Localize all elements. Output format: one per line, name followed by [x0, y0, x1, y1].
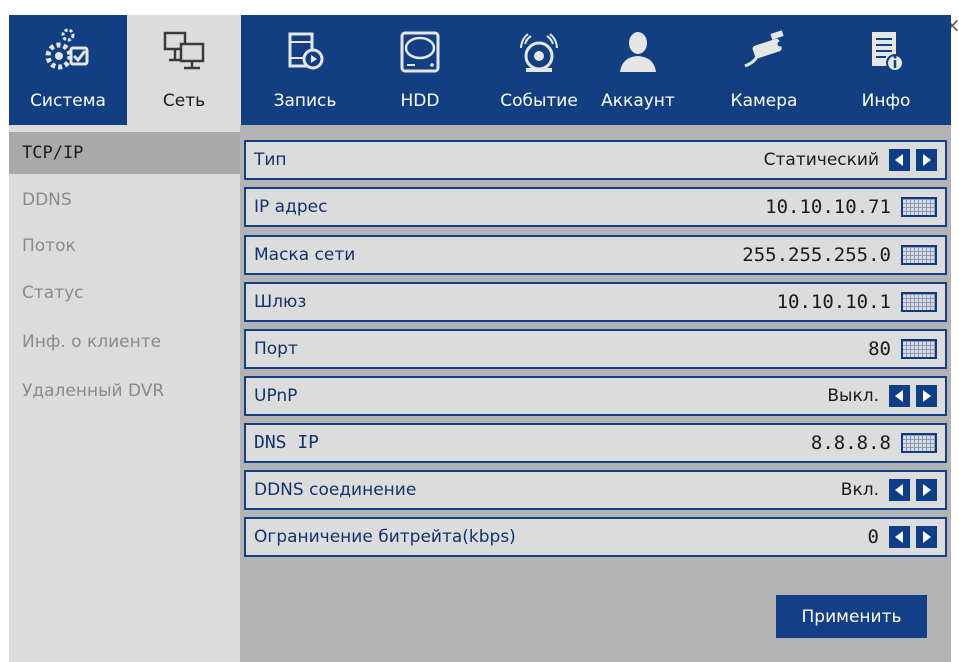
setting-row-port: Порт 80: [244, 329, 947, 369]
tab-label: Инфо: [861, 91, 911, 111]
keyboard-icon[interactable]: [901, 245, 937, 265]
apply-button[interactable]: Применить: [776, 595, 927, 638]
keyboard-icon[interactable]: [901, 433, 937, 453]
sidebar-item-tcpip[interactable]: TCP/IP: [9, 132, 240, 174]
setting-value[interactable]: 80: [868, 338, 891, 360]
setting-label: UPnP: [254, 386, 298, 406]
setting-value: Статический: [763, 150, 879, 170]
tab-label: Система: [30, 91, 106, 111]
sidebar-item-status[interactable]: Статус: [9, 272, 240, 314]
hdd-icon: [394, 25, 446, 77]
settings-panel: Тип Статический IP адрес 10.10.10.71 Мас…: [240, 125, 951, 662]
tab-label: HDD: [400, 91, 440, 111]
tab-label: Сеть: [162, 91, 206, 111]
setting-label: Шлюз: [254, 292, 307, 312]
setting-label: Маска сети: [254, 245, 356, 265]
tab-hdd[interactable]: HDD: [381, 15, 459, 125]
arrow-right-icon[interactable]: [916, 479, 937, 501]
setting-row-gateway: Шлюз 10.10.10.1: [244, 282, 947, 322]
sidebar-item-stream[interactable]: Поток: [9, 225, 240, 267]
sidebar-item-ddns[interactable]: DDNS: [9, 179, 240, 221]
tab-network[interactable]: Сеть: [127, 15, 241, 125]
tab-camera[interactable]: Камера: [719, 15, 809, 125]
tab-event[interactable]: Событие: [489, 15, 589, 125]
setting-value[interactable]: 8.8.8.8: [811, 432, 891, 454]
settings-check-icon: [42, 25, 94, 77]
setting-row-dns-ip: DNS IP 8.8.8.8: [244, 423, 947, 463]
setting-value[interactable]: 10.10.10.1: [777, 291, 891, 313]
arrow-left-icon[interactable]: [889, 526, 910, 548]
main-tab-bar: Система Сеть Запись HDD Событие Аккаунт …: [9, 15, 951, 125]
sidebar-item-client-info[interactable]: Инф. о клиенте: [9, 321, 240, 363]
keyboard-icon[interactable]: [901, 339, 937, 359]
sidebar: TCP/IP DDNS Поток Статус Инф. о клиенте …: [9, 125, 240, 662]
user-account-icon: [612, 25, 664, 77]
info-icon: [860, 25, 912, 77]
setting-row-ddns-connection: DDNS соединение Вкл.: [244, 470, 947, 510]
arrow-left-icon[interactable]: [889, 385, 910, 407]
setting-value: 0: [867, 526, 879, 548]
record-film-icon: [279, 25, 331, 77]
dvr-settings-window: Система Сеть Запись HDD Событие Аккаунт …: [9, 15, 951, 662]
tab-record[interactable]: Запись: [257, 15, 353, 125]
tab-label: Событие: [500, 91, 578, 111]
arrow-left-icon[interactable]: [889, 479, 910, 501]
network-icon: [158, 25, 210, 77]
setting-label: Порт: [254, 339, 298, 359]
setting-value: Вкл.: [840, 480, 879, 500]
tab-label: Камера: [730, 91, 798, 111]
camera-icon: [738, 25, 790, 77]
tab-system[interactable]: Система: [9, 15, 127, 125]
keyboard-icon[interactable]: [901, 197, 937, 217]
sidebar-item-remote-dvr[interactable]: Удаленный DVR: [9, 370, 240, 412]
setting-value: Выкл.: [827, 386, 879, 406]
setting-row-upnp: UPnP Выкл.: [244, 376, 947, 416]
arrow-right-icon[interactable]: [916, 385, 937, 407]
setting-label: DDNS соединение: [254, 480, 417, 500]
arrow-right-icon[interactable]: [916, 526, 937, 548]
arrow-right-icon[interactable]: [916, 149, 937, 171]
tab-label: Аккаунт: [601, 91, 675, 111]
setting-row-type: Тип Статический: [244, 140, 947, 180]
setting-row-ip-address: IP адрес 10.10.10.71: [244, 187, 947, 227]
keyboard-icon[interactable]: [901, 292, 937, 312]
tab-account[interactable]: Аккаунт: [589, 15, 687, 125]
setting-row-bitrate-limit: Ограничение битрейта(kbps) 0: [244, 517, 947, 557]
arrow-left-icon[interactable]: [889, 149, 910, 171]
setting-value[interactable]: 10.10.10.71: [765, 196, 891, 218]
setting-row-netmask: Маска сети 255.255.255.0: [244, 235, 947, 275]
setting-value[interactable]: 255.255.255.0: [742, 244, 891, 266]
setting-label: DNS IP: [254, 432, 320, 453]
setting-label: Ограничение битрейта(kbps): [254, 527, 516, 547]
tab-label: Запись: [273, 91, 337, 111]
setting-label: Тип: [254, 150, 287, 170]
alarm-event-icon: [513, 25, 565, 77]
setting-label: IP адрес: [254, 197, 328, 217]
tab-info[interactable]: Инфо: [841, 15, 931, 125]
